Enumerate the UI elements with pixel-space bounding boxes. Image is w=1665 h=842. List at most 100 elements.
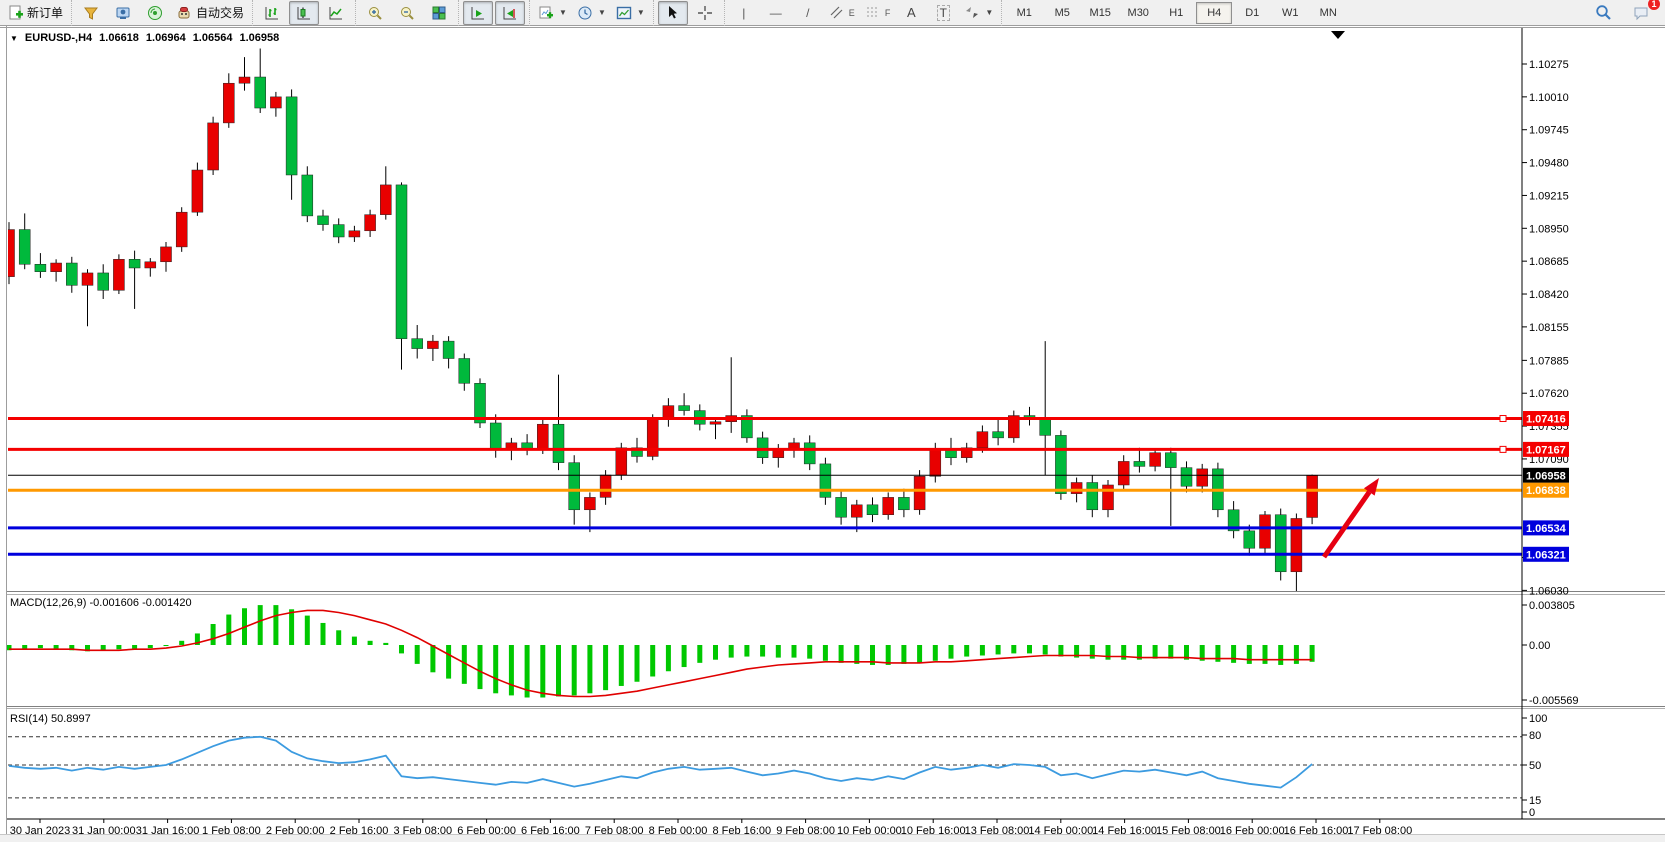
auto-trading-label: 自动交易 — [196, 4, 244, 21]
new-order-icon — [8, 5, 23, 20]
zoom-out-button[interactable] — [392, 1, 422, 25]
chart-canvas[interactable]: 1.102751.100101.097451.094801.092151.089… — [0, 26, 1665, 834]
svg-text:10 Feb 00:00: 10 Feb 00:00 — [837, 825, 902, 834]
toolbar: 新订单 自动交易 ▼ ▼ ▼ — [0, 0, 1665, 26]
chart-title[interactable]: ▼ EURUSD-,H4 1.06618 1.06964 1.06564 1.0… — [10, 32, 279, 44]
chevron-down-icon: ▼ — [559, 8, 567, 17]
search-button[interactable] — [1588, 1, 1618, 25]
line-chart-button[interactable] — [321, 1, 351, 25]
auto-scroll-icon — [470, 5, 486, 21]
macd-name: MACD(12,26,9) — [10, 597, 86, 609]
open-value: 1.06618 — [99, 32, 139, 44]
status-bar — [0, 834, 1665, 842]
window-left-border — [6, 26, 7, 834]
ohlc-dropdown-icon[interactable]: ▼ — [10, 34, 18, 43]
terminal-icon — [115, 5, 131, 21]
timeframe-group: M1M5M15M30H1H4D1W1MN — [1001, 0, 1350, 26]
auto-trading-button[interactable]: 自动交易 — [172, 1, 248, 25]
svg-text:0: 0 — [1529, 807, 1535, 819]
zoom-out-icon — [399, 5, 415, 21]
price-badge-1.06321: 1.06321 — [1526, 549, 1566, 561]
candlestick-chart-button[interactable] — [289, 1, 319, 25]
tile-windows-button[interactable] — [424, 1, 454, 25]
timeframe-button-M30[interactable]: M30 — [1120, 2, 1156, 24]
timeframe-button-MN[interactable]: MN — [1310, 2, 1346, 24]
timeframe-button-H4[interactable]: H4 — [1196, 2, 1232, 24]
line-chart-icon — [328, 5, 344, 21]
channel-letter: E — [849, 8, 855, 18]
notifications-button[interactable]: 1 — [1626, 1, 1656, 25]
svg-text:16 Feb 16:00: 16 Feb 16:00 — [1284, 825, 1349, 834]
auto-scroll-button[interactable] — [463, 1, 493, 25]
bar-chart-button[interactable] — [257, 1, 287, 25]
timeframe-button-W1[interactable]: W1 — [1272, 2, 1308, 24]
svg-text:100: 100 — [1529, 713, 1547, 725]
svg-text:1.10275: 1.10275 — [1529, 59, 1569, 71]
price-badge-1.07167: 1.07167 — [1526, 444, 1566, 456]
crosshair-icon — [697, 5, 713, 21]
rsi-name: RSI(14) — [10, 713, 48, 725]
svg-text:1.07885: 1.07885 — [1529, 355, 1569, 367]
macd-indicator-label: MACD(12,26,9) -0.001606 -0.001420 — [10, 597, 192, 609]
chevron-down-icon: ▼ — [985, 8, 993, 17]
timeframe-button-D1[interactable]: D1 — [1234, 2, 1270, 24]
notification-badge: 1 — [1648, 0, 1660, 10]
crosshair-button[interactable] — [690, 1, 720, 25]
text-icon: A — [907, 5, 916, 20]
line-handle[interactable] — [1500, 446, 1506, 452]
bar-chart-icon — [264, 5, 280, 21]
search-icon — [1595, 4, 1612, 21]
svg-text:1.06030: 1.06030 — [1529, 585, 1569, 597]
cursor-button[interactable] — [658, 1, 688, 25]
zoom-in-icon — [367, 5, 383, 21]
fibonacci-button[interactable]: F — [861, 1, 895, 25]
svg-text:1.10010: 1.10010 — [1529, 92, 1569, 104]
svg-text:1.08685: 1.08685 — [1529, 256, 1569, 268]
timeframe-button-H1[interactable]: H1 — [1158, 2, 1194, 24]
auto-trading-icon — [176, 5, 192, 21]
new-order-button[interactable]: 新订单 — [4, 1, 67, 25]
arrows-dropdown[interactable]: ▼ — [960, 1, 997, 25]
svg-text:17 Feb 08:00: 17 Feb 08:00 — [1347, 825, 1412, 834]
timeframe-button-M5[interactable]: M5 — [1044, 2, 1080, 24]
vertical-line-icon: | — [742, 6, 745, 20]
vertical-line-button[interactable]: | — [729, 1, 759, 25]
equidistant-channel-button[interactable]: E — [825, 1, 859, 25]
svg-text:7 Feb 08:00: 7 Feb 08:00 — [585, 825, 644, 834]
svg-text:80: 80 — [1529, 730, 1541, 742]
rsi-indicator-label: RSI(14) 50.8997 — [10, 713, 91, 725]
svg-text:0.003805: 0.003805 — [1529, 600, 1575, 612]
text-label-button[interactable]: T — [928, 1, 958, 25]
zoom-in-button[interactable] — [360, 1, 390, 25]
periods-dropdown[interactable]: ▼ — [573, 1, 610, 25]
svg-text:6 Feb 00:00: 6 Feb 00:00 — [457, 825, 516, 834]
svg-text:1.09745: 1.09745 — [1529, 125, 1569, 137]
terminal-button[interactable] — [108, 1, 138, 25]
funnel-icon — [83, 5, 99, 21]
chart-shift-button[interactable] — [495, 1, 525, 25]
templates-dropdown[interactable]: ▼ — [612, 1, 649, 25]
timeframe-button-M1[interactable]: M1 — [1006, 2, 1042, 24]
svg-text:1.08155: 1.08155 — [1529, 322, 1569, 334]
arrows-icon — [964, 5, 980, 20]
channel-icon — [829, 5, 845, 20]
rsi-value: 50.8997 — [51, 713, 91, 725]
timeframe-button-M15[interactable]: M15 — [1082, 2, 1118, 24]
new-chart-dropdown[interactable]: ▼ — [534, 1, 571, 25]
svg-text:8 Feb 00:00: 8 Feb 00:00 — [649, 825, 708, 834]
text-button[interactable]: A — [896, 1, 926, 25]
svg-text:14 Feb 00:00: 14 Feb 00:00 — [1028, 825, 1093, 834]
horizontal-line-button[interactable]: — — [761, 1, 791, 25]
low-value: 1.06564 — [193, 32, 233, 44]
price-badge-1.06838: 1.06838 — [1526, 485, 1566, 497]
market-watch-button[interactable] — [76, 1, 106, 25]
signal-icon — [147, 5, 163, 21]
signals-button[interactable] — [140, 1, 170, 25]
svg-text:-0.005569: -0.005569 — [1529, 695, 1579, 707]
svg-text:1.07620: 1.07620 — [1529, 388, 1569, 400]
svg-text:14 Feb 16:00: 14 Feb 16:00 — [1092, 825, 1157, 834]
fib-letter: F — [885, 8, 891, 18]
line-handle[interactable] — [1500, 416, 1506, 422]
svg-text:8 Feb 16:00: 8 Feb 16:00 — [712, 825, 771, 834]
trendline-button[interactable]: / — [793, 1, 823, 25]
